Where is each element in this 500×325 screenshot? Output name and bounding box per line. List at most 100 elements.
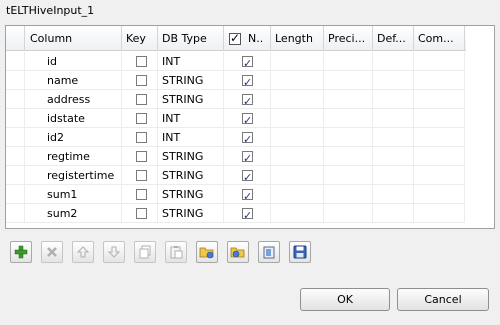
comment-cell[interactable] [414, 147, 465, 166]
column-name[interactable]: id2 [25, 128, 122, 147]
precision-cell[interactable] [324, 90, 373, 109]
column-name[interactable]: registertime [25, 166, 122, 185]
header-key[interactable]: Key [122, 26, 158, 51]
default-cell[interactable] [373, 147, 414, 166]
nullable-checkbox[interactable] [242, 187, 253, 203]
nullable-checkbox[interactable] [242, 73, 253, 89]
default-cell[interactable] [373, 128, 414, 147]
comment-cell[interactable] [414, 90, 465, 109]
key-cell[interactable] [122, 166, 158, 185]
copy-button[interactable] [134, 241, 156, 263]
table-row[interactable]: registertime STRING [6, 166, 466, 185]
key-cell[interactable] [122, 109, 158, 128]
table-row[interactable]: id INT [6, 52, 466, 71]
default-cell[interactable] [373, 185, 414, 204]
key-cell[interactable] [122, 128, 158, 147]
comment-cell[interactable] [414, 71, 465, 90]
nullable-cell[interactable] [224, 204, 271, 223]
length-cell[interactable] [271, 52, 324, 71]
nullable-checkbox[interactable] [242, 111, 253, 127]
key-cell[interactable] [122, 52, 158, 71]
table-row[interactable]: name STRING [6, 71, 466, 90]
nullable-cell[interactable] [224, 166, 271, 185]
header-precision[interactable]: Preci... [324, 26, 373, 51]
precision-cell[interactable] [324, 109, 373, 128]
precision-cell[interactable] [324, 147, 373, 166]
key-cell[interactable] [122, 90, 158, 109]
key-checkbox[interactable] [136, 208, 147, 219]
default-cell[interactable] [373, 90, 414, 109]
move-down-button[interactable] [103, 241, 125, 263]
header-db-type[interactable]: DB Type [158, 26, 224, 51]
save-button[interactable] [289, 241, 311, 263]
header-nullable-checkbox[interactable] [229, 31, 241, 45]
precision-cell[interactable] [324, 166, 373, 185]
nullable-cell[interactable] [224, 109, 271, 128]
key-checkbox[interactable] [136, 151, 147, 162]
header-length[interactable]: Length [271, 26, 324, 51]
table-row[interactable]: idstate INT [6, 109, 466, 128]
length-cell[interactable] [271, 90, 324, 109]
nullable-cell[interactable] [224, 71, 271, 90]
add-button[interactable] [10, 241, 32, 263]
key-cell[interactable] [122, 185, 158, 204]
schema-table[interactable]: Column Key DB Type N.. Length Preci... D… [5, 25, 495, 229]
length-cell[interactable] [271, 109, 324, 128]
comment-cell[interactable] [414, 109, 465, 128]
key-checkbox[interactable] [136, 94, 147, 105]
nullable-checkbox[interactable] [242, 130, 253, 146]
length-cell[interactable] [271, 204, 324, 223]
key-cell[interactable] [122, 147, 158, 166]
key-checkbox[interactable] [136, 113, 147, 124]
precision-cell[interactable] [324, 185, 373, 204]
header-column[interactable]: Column [25, 26, 122, 51]
cancel-button[interactable]: Cancel [397, 288, 489, 311]
length-cell[interactable] [271, 185, 324, 204]
default-cell[interactable] [373, 71, 414, 90]
precision-cell[interactable] [324, 52, 373, 71]
key-checkbox[interactable] [136, 132, 147, 143]
table-row[interactable]: sum2 STRING [6, 204, 466, 223]
nullable-cell[interactable] [224, 128, 271, 147]
db-type-cell[interactable]: STRING [158, 166, 224, 185]
nullable-checkbox[interactable] [242, 168, 253, 184]
nullable-cell[interactable] [224, 52, 271, 71]
column-name[interactable]: name [25, 71, 122, 90]
comment-cell[interactable] [414, 185, 465, 204]
key-cell[interactable] [122, 71, 158, 90]
nullable-cell[interactable] [224, 147, 271, 166]
nullable-checkbox[interactable] [242, 149, 253, 165]
default-cell[interactable] [373, 204, 414, 223]
paste-button[interactable] [165, 241, 187, 263]
key-cell[interactable] [122, 204, 158, 223]
table-row[interactable]: id2 INT [6, 128, 466, 147]
header-comment[interactable]: Com... [414, 26, 465, 51]
db-type-cell[interactable]: STRING [158, 185, 224, 204]
default-cell[interactable] [373, 52, 414, 71]
key-checkbox[interactable] [136, 56, 147, 67]
length-cell[interactable] [271, 166, 324, 185]
db-type-cell[interactable]: STRING [158, 204, 224, 223]
comment-cell[interactable] [414, 204, 465, 223]
column-name[interactable]: address [25, 90, 122, 109]
nullable-cell[interactable] [224, 185, 271, 204]
remove-button[interactable] [41, 241, 63, 263]
length-cell[interactable] [271, 147, 324, 166]
length-cell[interactable] [271, 71, 324, 90]
table-row[interactable]: regtime STRING [6, 147, 466, 166]
precision-cell[interactable] [324, 128, 373, 147]
header-default[interactable]: Def... [373, 26, 414, 51]
table-row[interactable]: sum1 STRING [6, 185, 466, 204]
length-cell[interactable] [271, 128, 324, 147]
nullable-checkbox[interactable] [242, 54, 253, 70]
key-checkbox[interactable] [136, 189, 147, 200]
precision-cell[interactable] [324, 204, 373, 223]
export-button[interactable] [227, 241, 249, 263]
comment-cell[interactable] [414, 128, 465, 147]
column-name[interactable]: sum2 [25, 204, 122, 223]
db-type-cell[interactable]: STRING [158, 147, 224, 166]
move-up-button[interactable] [72, 241, 94, 263]
column-name[interactable]: regtime [25, 147, 122, 166]
ok-button[interactable]: OK [300, 288, 390, 311]
column-name[interactable]: id [25, 52, 122, 71]
